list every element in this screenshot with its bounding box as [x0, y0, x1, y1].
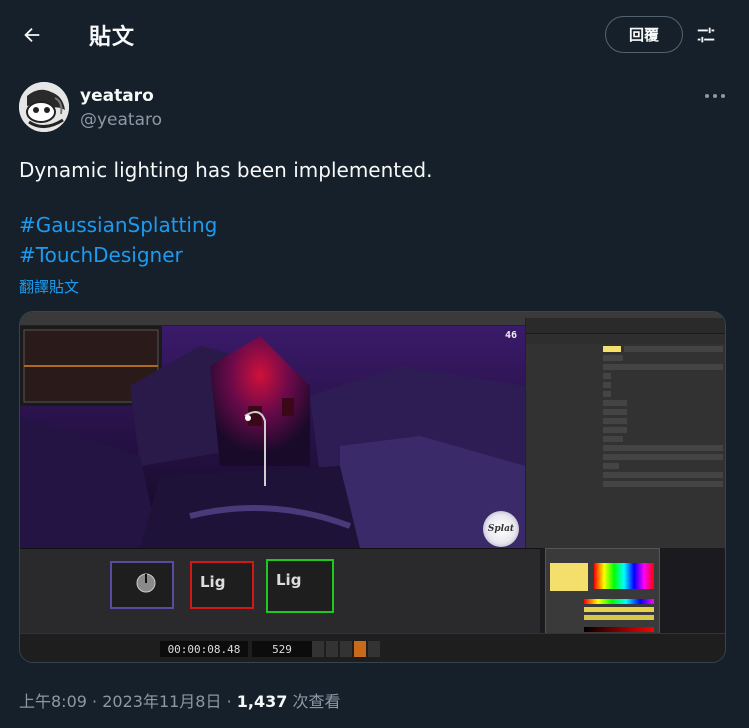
rewind-button [312, 641, 324, 657]
param-row [530, 381, 723, 389]
param-row [530, 372, 723, 380]
view-count: 1,437 [236, 692, 288, 711]
view-label: 次查看 [292, 692, 341, 711]
arrow-left-icon [24, 27, 40, 43]
hashtag-gaussian-splatting[interactable]: #GaussianSplatting [19, 213, 217, 237]
val-slider [584, 615, 654, 620]
back-button[interactable] [14, 17, 50, 53]
hue-slider [584, 599, 654, 604]
red-slider [584, 627, 654, 632]
step-back-button [326, 641, 338, 657]
light-node-1: Lig [190, 561, 254, 609]
hashtag-touchdesigner[interactable]: #TouchDesigner [19, 243, 183, 267]
light-node-1-label: Lig [200, 573, 226, 591]
param-row [530, 444, 723, 452]
param-row [530, 354, 723, 362]
play-button [354, 641, 366, 657]
color-spectrum [594, 563, 654, 589]
avatar[interactable] [19, 82, 69, 132]
meta-separator: · [226, 692, 232, 711]
td-timeline: 00:00:08.48 529 [20, 633, 725, 662]
td-parameter-panel [525, 318, 725, 548]
param-row [530, 417, 723, 425]
tweet-date[interactable]: 2023年11月8日 [102, 692, 221, 711]
ellipsis-icon [705, 94, 725, 98]
td-network-editor: Lig Lig [20, 548, 540, 633]
param-row [530, 363, 723, 371]
param-row [530, 453, 723, 461]
splat-logo: Splat [483, 511, 519, 547]
sat-slider [584, 607, 654, 612]
param-row [530, 480, 723, 488]
param-row [530, 462, 723, 470]
param-row [530, 399, 723, 407]
tweet-meta: 上午8:09 · 2023年11月8日 · 1,437 次查看 [19, 688, 340, 712]
sliders-icon [697, 27, 715, 43]
top-bar: 貼文 回覆 [0, 0, 749, 68]
display-name[interactable]: yeataro [80, 86, 154, 106]
param-row [530, 345, 723, 353]
media-video[interactable]: 46 Splat Lig Lig 00:00:08.48 529 [19, 311, 726, 663]
light-node-2: Lig [266, 559, 334, 613]
color-preview [550, 563, 588, 591]
scene-render [20, 326, 525, 548]
param-row [530, 390, 723, 398]
light-node-2-label: Lig [276, 571, 302, 589]
params-tabs [526, 334, 725, 344]
knob-node [110, 561, 174, 609]
timecode-display: 00:00:08.48 [160, 641, 248, 657]
more-button[interactable] [700, 82, 730, 110]
frame-display: 529 [252, 641, 312, 657]
light-color-swatch [603, 346, 621, 352]
tweet-text: Dynamic lighting has been implemented. [19, 158, 433, 182]
user-handle[interactable]: @yeataro [80, 110, 162, 130]
fps-readout: 46 [505, 330, 518, 341]
meta-separator: · [92, 692, 98, 711]
param-row [530, 408, 723, 416]
param-row [530, 435, 723, 443]
page-title: 貼文 [89, 25, 136, 50]
step-forward-button [368, 641, 380, 657]
tweet-time[interactable]: 上午8:09 [19, 692, 87, 711]
translate-link[interactable]: 翻譯貼文 [19, 276, 79, 297]
knob-icon [136, 573, 156, 593]
param-row [530, 426, 723, 434]
filter-button[interactable] [688, 17, 724, 53]
avatar-image [19, 82, 69, 132]
param-row [530, 471, 723, 479]
td-viewport: 46 Splat [20, 326, 525, 548]
pause-button [340, 641, 352, 657]
params-header [526, 318, 725, 334]
reply-button[interactable]: 回覆 [605, 16, 683, 53]
splat-label: Splat [487, 524, 515, 534]
